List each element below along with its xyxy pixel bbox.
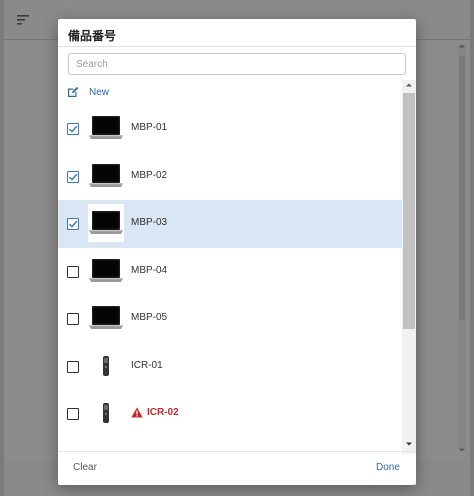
list-item[interactable]: MBP-02 <box>58 153 402 201</box>
check-icon <box>68 173 78 181</box>
list-item-text: ICR-01 <box>131 359 163 371</box>
list-item-label: MBP-01 <box>131 122 167 133</box>
background-chevron-down-icon <box>459 448 465 452</box>
list-item-label: MBP-04 <box>131 265 167 276</box>
filter-icon[interactable] <box>17 14 31 26</box>
ic-recorder-thumbnail <box>88 394 124 432</box>
list-item[interactable]: ICR-02 <box>58 390 402 438</box>
check-icon <box>68 220 78 228</box>
list-item[interactable]: ICR-01 <box>58 343 402 391</box>
list-item-text: MBP-03 <box>131 217 168 228</box>
list-item-label: MBP-05 <box>131 312 167 323</box>
header-divider <box>58 46 416 47</box>
search-input[interactable] <box>68 53 406 75</box>
checkbox-checked[interactable] <box>67 170 79 183</box>
laptop-thumbnail <box>88 109 124 147</box>
done-button[interactable]: Done <box>376 462 400 473</box>
laptop-thumbnail <box>88 157 124 195</box>
list-item-text: MBP-05 <box>131 312 168 323</box>
list-item-text: MBP-02 <box>131 169 168 181</box>
item-list: MBP-01 MBP-02 MBP-03 MBP-04 MBP-05 ICR-01 ICR-… <box>58 105 402 451</box>
checkbox-checked[interactable] <box>67 123 79 135</box>
footer-divider <box>58 451 416 452</box>
background-scrollbar-thumb <box>459 56 465 320</box>
ic-recorder-thumbnail <box>88 347 124 385</box>
list-item-label: MBP-02 <box>131 170 167 181</box>
checkbox[interactable] <box>67 313 79 325</box>
list-item[interactable]: MBP-01 <box>58 105 402 153</box>
dialog-title: 備品番号 <box>68 29 117 43</box>
list-item-label: ICR-02 <box>131 407 179 418</box>
select-dialog: 備品番号 New MBP-01 MBP-02 MBP-03 MBP-04 MBP-05 I… <box>58 19 416 485</box>
checkbox[interactable] <box>67 265 79 278</box>
new-item-button[interactable]: New <box>67 85 109 99</box>
clear-button[interactable]: Clear <box>73 462 97 473</box>
checkbox[interactable] <box>67 360 79 373</box>
list-item-text: MBP-04 <box>131 264 168 276</box>
checkbox[interactable] <box>67 408 79 420</box>
checkbox-checked[interactable] <box>67 218 79 230</box>
check-icon <box>68 125 78 133</box>
list-item[interactable]: MBP-03 <box>58 200 402 248</box>
laptop-thumbnail <box>88 299 124 337</box>
list-item[interactable]: MBP-05 <box>58 295 402 343</box>
new-item-label: New <box>89 86 110 98</box>
edit-icon <box>68 86 79 97</box>
list-item-text: ICR-02 <box>147 407 179 418</box>
scrollbar-thumb[interactable] <box>403 93 415 329</box>
list-item-text: MBP-01 <box>131 122 168 133</box>
chevron-up-icon[interactable] <box>405 81 413 89</box>
laptop-thumbnail <box>88 204 124 242</box>
background-chevron-up-icon <box>459 44 465 48</box>
list-item[interactable]: MBP-04 <box>58 248 402 296</box>
chevron-down-icon[interactable] <box>405 440 413 448</box>
warning-icon <box>131 407 143 418</box>
laptop-thumbnail <box>88 252 124 290</box>
list-item-label: MBP-03 <box>131 217 167 228</box>
list-item-label: ICR-01 <box>131 360 163 371</box>
